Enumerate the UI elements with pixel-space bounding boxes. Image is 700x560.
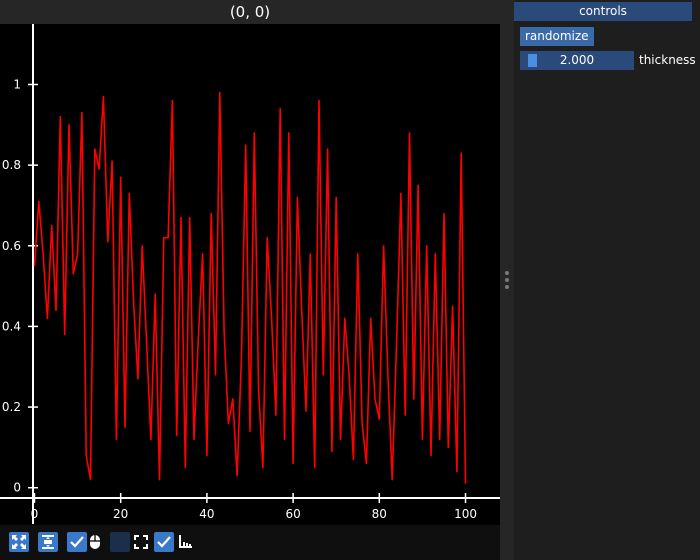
fit-icon[interactable] [9, 532, 29, 552]
x-tick-label: 40 [199, 507, 214, 521]
box-icon[interactable] [110, 532, 130, 552]
y-tick-label: 0.6 [2, 239, 21, 253]
x-tick-label: 60 [285, 507, 300, 521]
y-tick-label: 0 [13, 481, 21, 495]
splitter-grip-dot [505, 278, 509, 282]
y-tick-label: 0.2 [2, 400, 21, 414]
line-chart[interactable]: 0 20 40 60 80 100 0 0.2 0.4 0.6 0.8 1 [0, 24, 500, 524]
splitter-grip-dot [505, 285, 509, 289]
plot-toolbar [0, 525, 500, 560]
fullscreen-icon[interactable] [131, 532, 151, 552]
y-tick-label: 0.4 [2, 319, 21, 333]
x-tick-label: 0 [31, 507, 39, 521]
mouse-icon [87, 532, 103, 552]
thickness-value: 2.000 [559, 53, 595, 67]
pane-splitter[interactable] [500, 0, 514, 560]
x-tick-label: 100 [454, 507, 477, 521]
y-tick-label: 1 [13, 77, 21, 91]
ticks: 0 20 40 60 80 100 0 0.2 0.4 0.6 0.8 1 [2, 77, 477, 521]
x-tick-label: 20 [113, 507, 128, 521]
plot-title: (0, 0) [0, 0, 500, 24]
series [33, 91, 467, 484]
randomize-button[interactable]: randomize [520, 27, 594, 46]
thickness-slider[interactable]: 2.000 [520, 51, 634, 70]
check-icon[interactable] [67, 532, 87, 552]
plot-pane: (0, 0) 0 20 40 60 80 100 0 0.2 0.4 0.6 0.8 1 [0, 0, 500, 560]
thickness-label: thickness [639, 53, 696, 67]
x-tick-label: 80 [372, 507, 387, 521]
controls-panel: controls randomize 2.000 thickness [514, 0, 700, 560]
axes-icon [176, 532, 194, 552]
y-tick-label: 0.8 [2, 158, 21, 172]
controls-header[interactable]: controls [514, 2, 692, 21]
check-icon[interactable] [154, 532, 174, 552]
autoscale-icon[interactable] [38, 532, 58, 552]
splitter-grip-dot [505, 271, 509, 275]
axes [0, 24, 500, 524]
series-line [33, 91, 467, 484]
